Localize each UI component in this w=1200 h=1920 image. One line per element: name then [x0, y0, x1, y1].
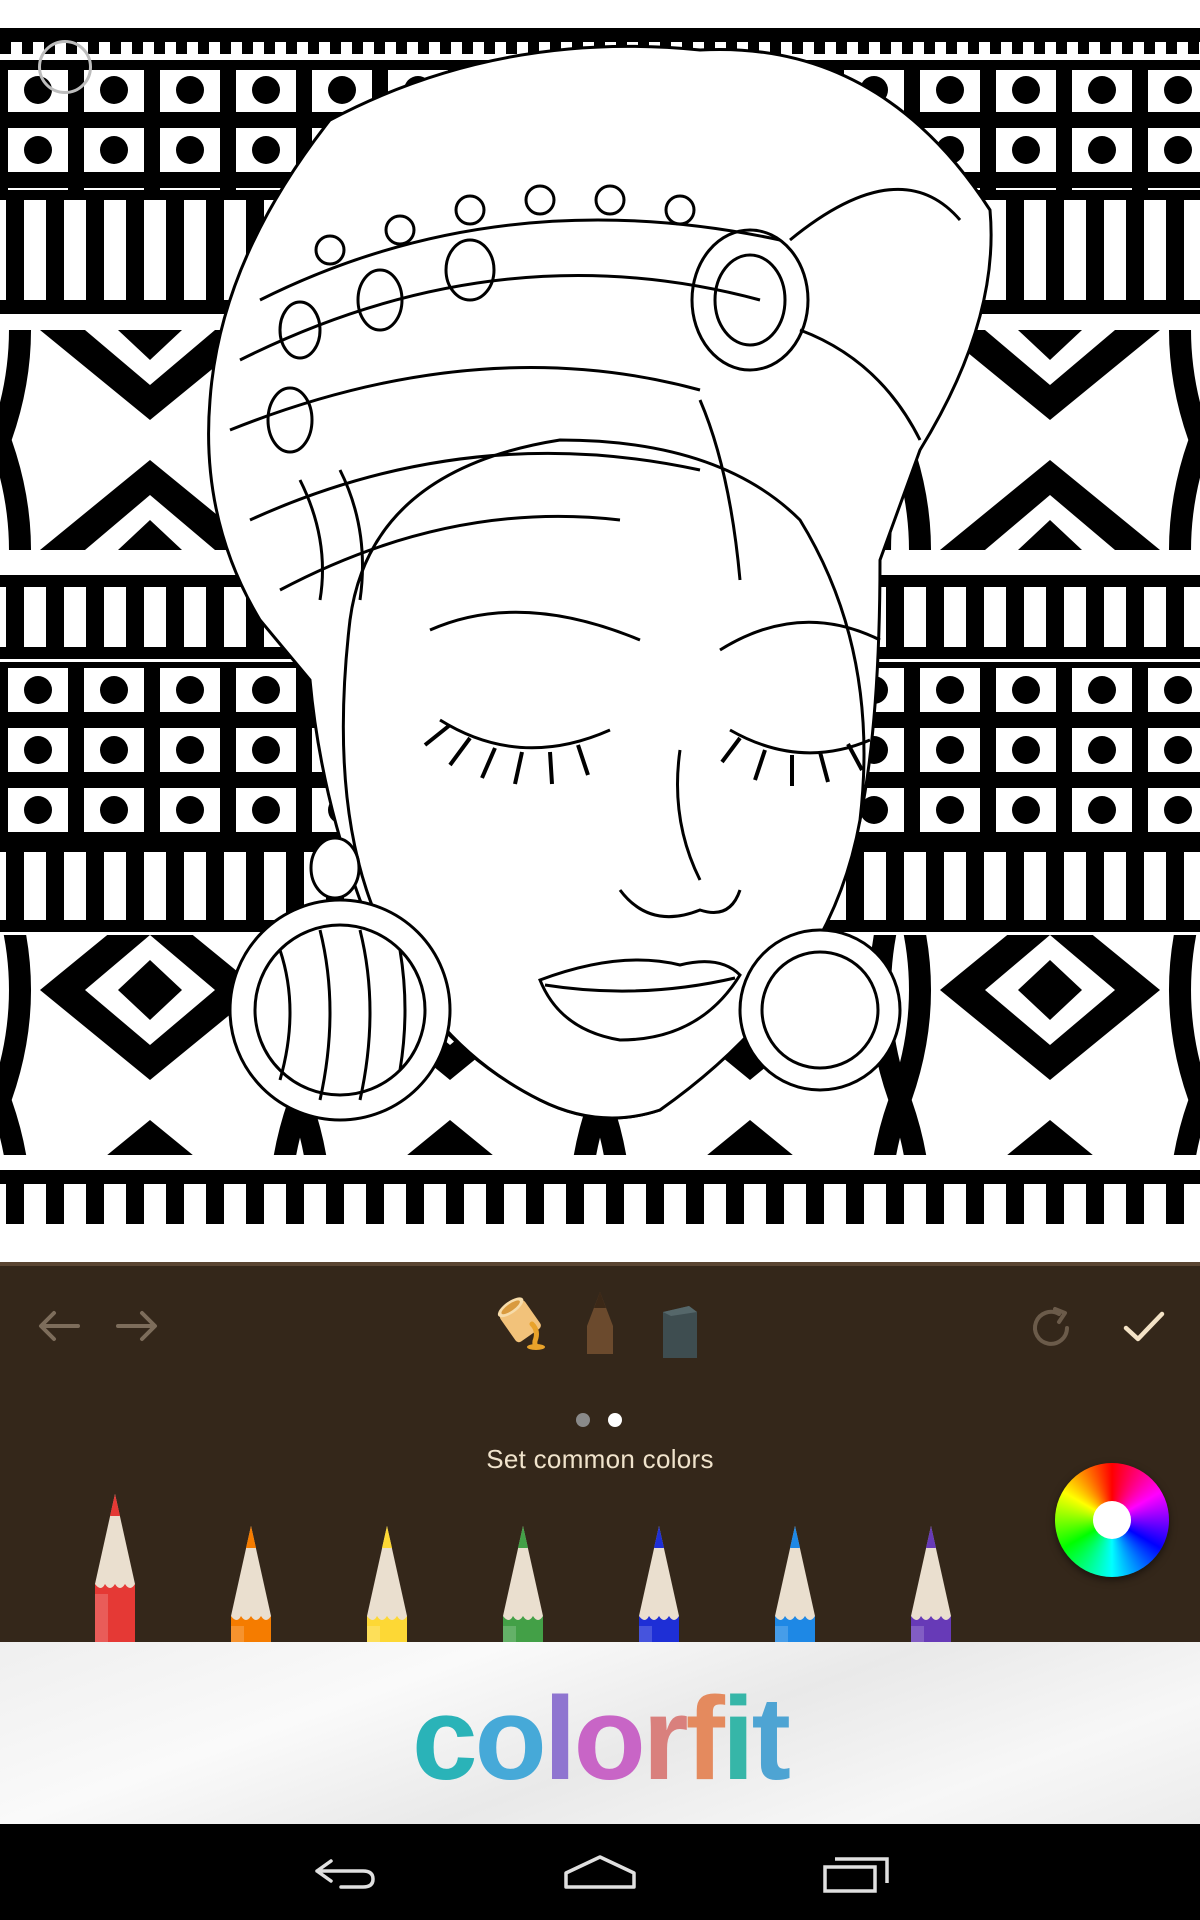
logo-letter: f [685, 1673, 725, 1805]
logo-letter: o [474, 1673, 547, 1805]
reset-button[interactable] [1024, 1300, 1080, 1356]
pencil-icon [503, 1526, 543, 1642]
color-pencil-green[interactable] [499, 1526, 547, 1642]
nav-home-button[interactable] [555, 1848, 645, 1898]
pencil-icon [775, 1526, 815, 1642]
undo-button[interactable] [30, 1302, 86, 1350]
system-navigation-bar [0, 1824, 1200, 1920]
logo-letter: o [573, 1673, 646, 1805]
page-indicator [576, 1413, 622, 1427]
pencil-tool-button[interactable] [576, 1288, 624, 1358]
paint-bucket-icon [497, 1297, 545, 1350]
redo-button[interactable] [110, 1302, 166, 1350]
refresh-icon [1033, 1307, 1069, 1346]
color-pencil-blue[interactable] [635, 1526, 683, 1642]
nav-recents-button[interactable] [812, 1848, 902, 1898]
recents-icon [823, 1857, 889, 1893]
pencil-icon [231, 1526, 271, 1642]
palette-hint: Set common colors [486, 1444, 714, 1474]
color-pencil-orange[interactable] [227, 1526, 275, 1642]
home-icon [564, 1855, 636, 1889]
checkmark-icon [1123, 1311, 1165, 1342]
coloring-canvas[interactable] [0, 0, 1200, 1262]
line-art-image[interactable] [0, 0, 1200, 1262]
brand-logo: colorfit [0, 1680, 1200, 1798]
pencil-icon [367, 1526, 407, 1642]
color-pencil-red[interactable] [91, 1494, 139, 1642]
logo-letter: r [642, 1673, 689, 1805]
arrow-right-icon [116, 1311, 157, 1341]
color-pencil-light-blue[interactable] [771, 1526, 819, 1642]
logo-letter: c [412, 1673, 478, 1805]
eraser-icon [663, 1306, 697, 1358]
page-dot-2 [608, 1413, 622, 1427]
nav-back-button[interactable] [300, 1848, 390, 1898]
pencil-icon [911, 1526, 951, 1642]
back-icon [315, 1859, 375, 1889]
arrow-left-icon [39, 1311, 80, 1341]
drawing-toolbar: Set common colors [0, 1262, 1200, 1642]
color-wheel-icon [1093, 1501, 1131, 1539]
pencil-tool-icon [587, 1292, 613, 1354]
done-button[interactable] [1116, 1302, 1172, 1352]
logo-letter: l [543, 1673, 577, 1805]
eraser-tool-button[interactable] [654, 1302, 704, 1362]
color-pencil-yellow[interactable] [363, 1526, 411, 1642]
fill-tool-button[interactable] [486, 1288, 552, 1354]
info-icon[interactable] [38, 40, 92, 94]
color-wheel-button[interactable] [1055, 1463, 1169, 1577]
page-dot-1 [576, 1413, 590, 1427]
pencil-icon [95, 1494, 135, 1642]
pencil-icon [639, 1526, 679, 1642]
logo-letter: i [721, 1673, 755, 1805]
color-pencil-purple[interactable] [907, 1526, 955, 1642]
logo-letter: t [751, 1673, 791, 1805]
brand-banner[interactable]: colorfit [0, 1642, 1200, 1824]
